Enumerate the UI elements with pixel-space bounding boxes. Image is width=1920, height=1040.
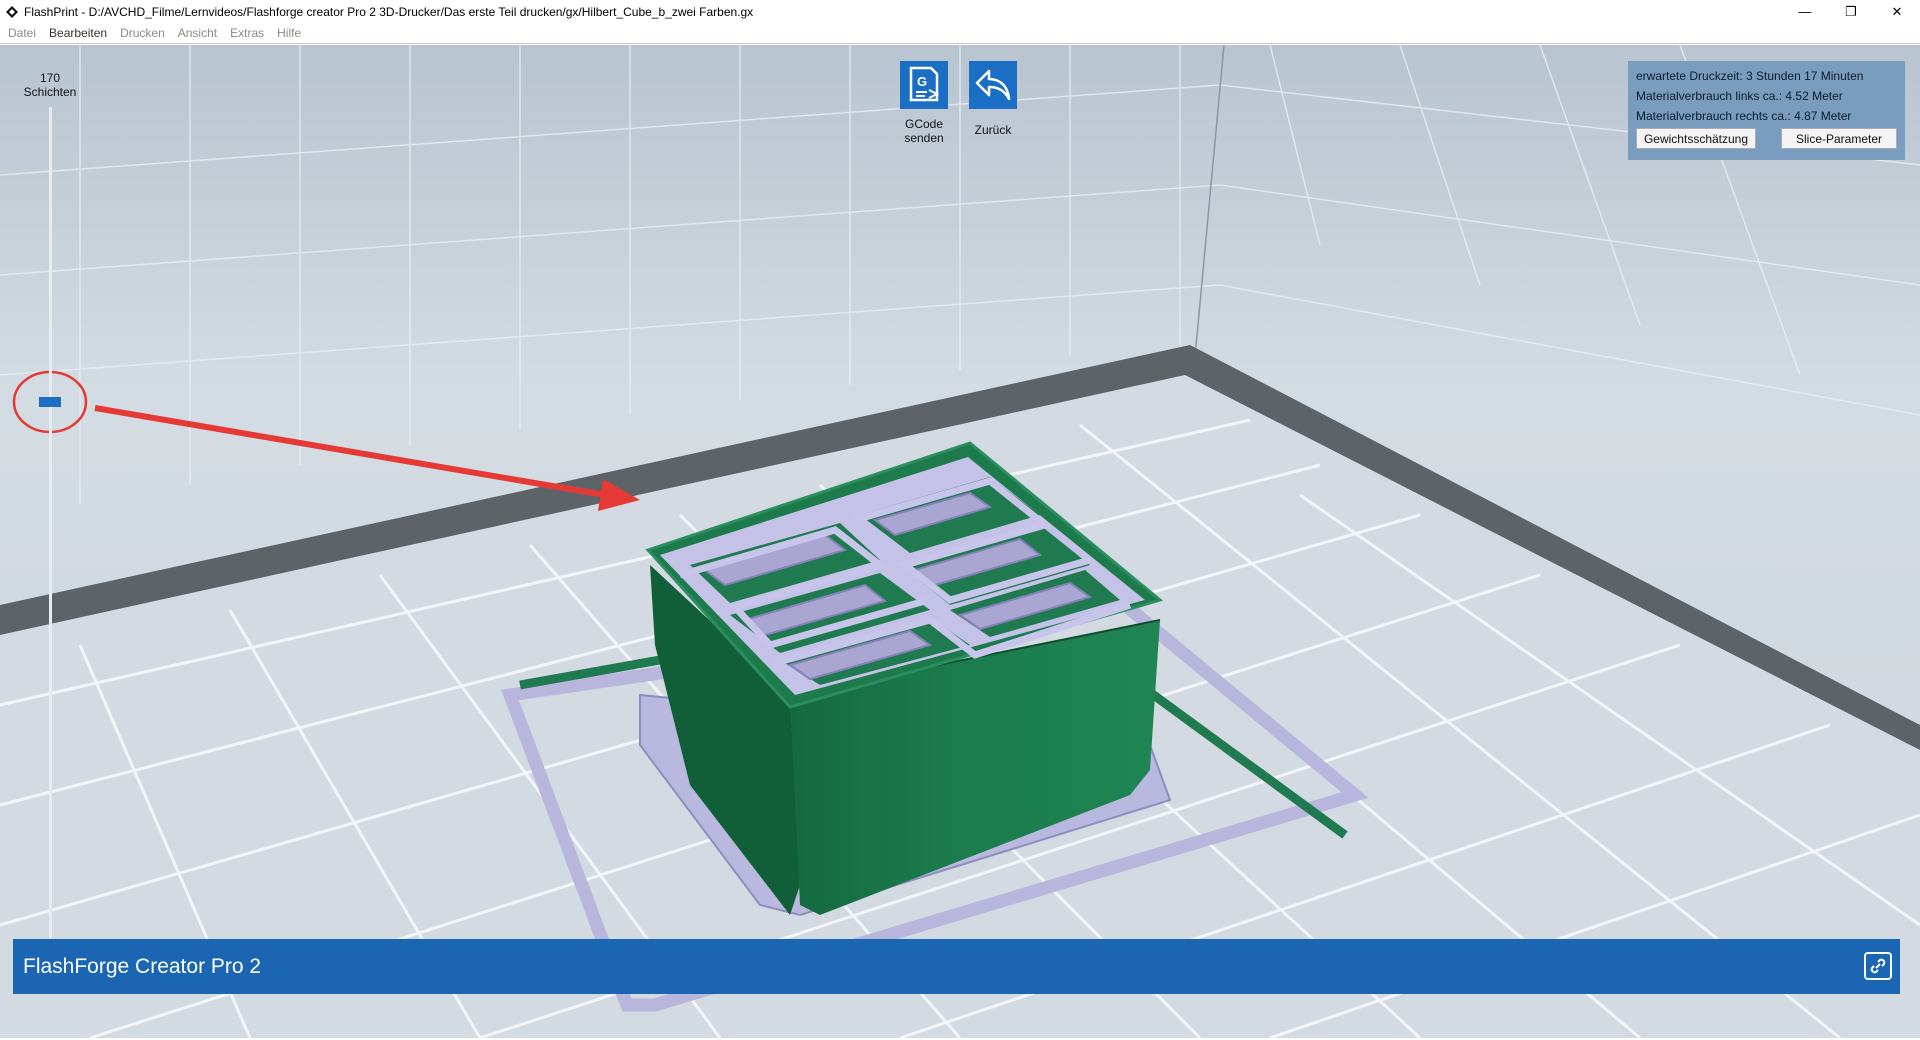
title-bar: FlashPrint - D:/AVCHD_Filme/Lernvideos/F… [0,0,1920,23]
restore-button[interactable]: ❐ [1828,0,1874,23]
undo-arrow-icon [969,61,1017,109]
menu-drucken[interactable]: Drucken [120,26,165,40]
back-label: Zurück [974,123,1012,137]
layer-slider-track[interactable] [49,107,52,959]
menu-extras[interactable]: Extras [230,26,264,40]
menu-bearbeiten[interactable]: Bearbeiten [49,26,107,40]
3d-viewport[interactable]: 170 Schichten 110 G GCode senden Zurück [0,45,1920,1038]
close-button[interactable]: ✕ [1874,0,1920,23]
build-plate-scene [0,45,1920,1038]
printer-status-bar: FlashForge Creator Pro 2 [13,939,1900,994]
slice-parameter-button[interactable]: Slice-Parameter [1781,128,1897,149]
menu-hilfe[interactable]: Hilfe [277,26,301,40]
window-title: FlashPrint - D:/AVCHD_Filme/Lernvideos/F… [24,4,754,19]
layer-max-caption: Schichten [23,85,77,99]
material-right: Materialverbrauch rechts ca.: 4.87 Meter [1636,109,1852,123]
material-left: Materialverbrauch links ca.: 4.52 Meter [1636,89,1843,103]
printer-name: FlashForge Creator Pro 2 [23,954,262,978]
menu-datei[interactable]: Datei [8,26,36,40]
menu-ansicht[interactable]: Ansicht [178,26,217,40]
layer-count-label: 170 Schichten [14,71,86,99]
window-controls: — ❐ ✕ [1782,0,1920,23]
weight-estimate-button[interactable]: Gewichtsschätzung [1636,128,1756,149]
minimize-button[interactable]: — [1782,0,1828,23]
menu-bar: Datei Bearbeiten Drucken Ansicht Extras … [0,23,1920,44]
back-button[interactable]: Zurück [958,61,1028,137]
layer-slider-thumb[interactable] [39,397,61,407]
print-time: erwartete Druckzeit: 3 Stunden 17 Minute… [1636,69,1864,83]
svg-text:G: G [917,74,927,89]
gcode-send-button[interactable]: G GCode senden [889,61,959,145]
layer-max-value: 170 [39,71,61,85]
gcode-label-line2: senden [904,131,944,145]
link-icon[interactable] [1864,952,1892,980]
gcode-label-line1: GCode [904,117,944,131]
flashprint-logo-icon [4,4,20,20]
print-info-panel: erwartete Druckzeit: 3 Stunden 17 Minute… [1628,61,1905,160]
gcode-send-icon: G [900,61,948,109]
